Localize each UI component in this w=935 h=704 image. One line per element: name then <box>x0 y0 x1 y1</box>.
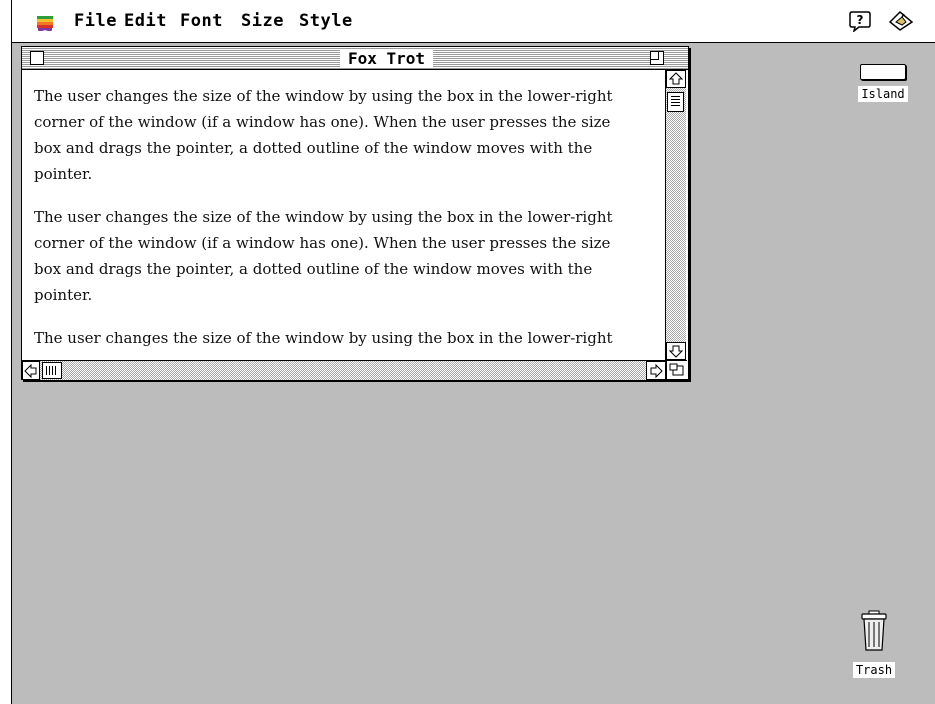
text-line: The user changes the size of the window … <box>34 87 613 105</box>
application-icon[interactable] <box>888 10 914 32</box>
menu-edit[interactable]: Edit <box>124 11 167 31</box>
window-title-bar[interactable]: Fox Trot <box>22 47 688 70</box>
text-line: pointer. <box>34 165 93 183</box>
paragraph: The user changes the size of the window … <box>22 83 621 187</box>
text-line: box and drags the pointer, a dotted outl… <box>34 139 593 157</box>
menu-size[interactable]: Size <box>241 11 284 31</box>
text-line: The user changes the size of the window … <box>34 208 613 226</box>
close-box[interactable] <box>30 51 44 65</box>
menu-bar: File Edit Font Size Style ? <box>12 0 935 43</box>
menu-font[interactable]: Font <box>180 11 223 31</box>
paragraph: The user changes the size of the window … <box>22 204 621 308</box>
desktop-icon-trash[interactable]: Trash <box>844 610 904 678</box>
vertical-scroll-thumb[interactable] <box>667 92 684 112</box>
text-line: corner of the window (if a window has on… <box>34 234 611 252</box>
trash-icon <box>861 610 887 651</box>
disk-icon <box>860 64 906 80</box>
text-line: The user changes the size of the window … <box>34 329 613 347</box>
window-title-wrap: Fox Trot <box>340 49 434 68</box>
horizontal-scrollbar[interactable] <box>22 360 666 380</box>
menu-style[interactable]: Style <box>299 11 353 31</box>
zoom-box[interactable] <box>650 51 664 65</box>
icon-label: Trash <box>852 662 896 678</box>
text-line: box and drags the pointer, a dotted outl… <box>34 260 593 278</box>
size-box-icon[interactable] <box>666 360 687 379</box>
text-line: pointer. <box>34 286 93 304</box>
desktop-icon-island[interactable]: Island <box>850 64 916 102</box>
icon-label: Island <box>858 86 908 102</box>
document-window: Fox Trot The user changes the size of th… <box>21 46 689 380</box>
desktop: File Edit Font Size Style ? Fox Trot The… <box>11 0 935 704</box>
scroll-down-arrow-icon[interactable] <box>666 342 686 360</box>
help-balloon-icon[interactable]: ? <box>849 10 871 32</box>
window-title: Fox Trot <box>348 49 426 68</box>
menu-file[interactable]: File <box>74 11 117 31</box>
scroll-up-arrow-icon[interactable] <box>666 70 686 88</box>
text-line: corner of the window (if a window has on… <box>34 113 611 131</box>
svg-text:?: ? <box>857 13 864 27</box>
vertical-scrollbar[interactable] <box>665 70 686 360</box>
paragraph: The user changes the size of the window … <box>22 325 621 351</box>
scroll-right-arrow-icon[interactable] <box>646 361 666 380</box>
apple-icon[interactable] <box>36 10 54 32</box>
scroll-left-arrow-icon[interactable] <box>22 361 40 380</box>
document-content[interactable]: The user changes the size of the window … <box>22 70 665 360</box>
horizontal-scroll-thumb[interactable] <box>42 362 62 379</box>
